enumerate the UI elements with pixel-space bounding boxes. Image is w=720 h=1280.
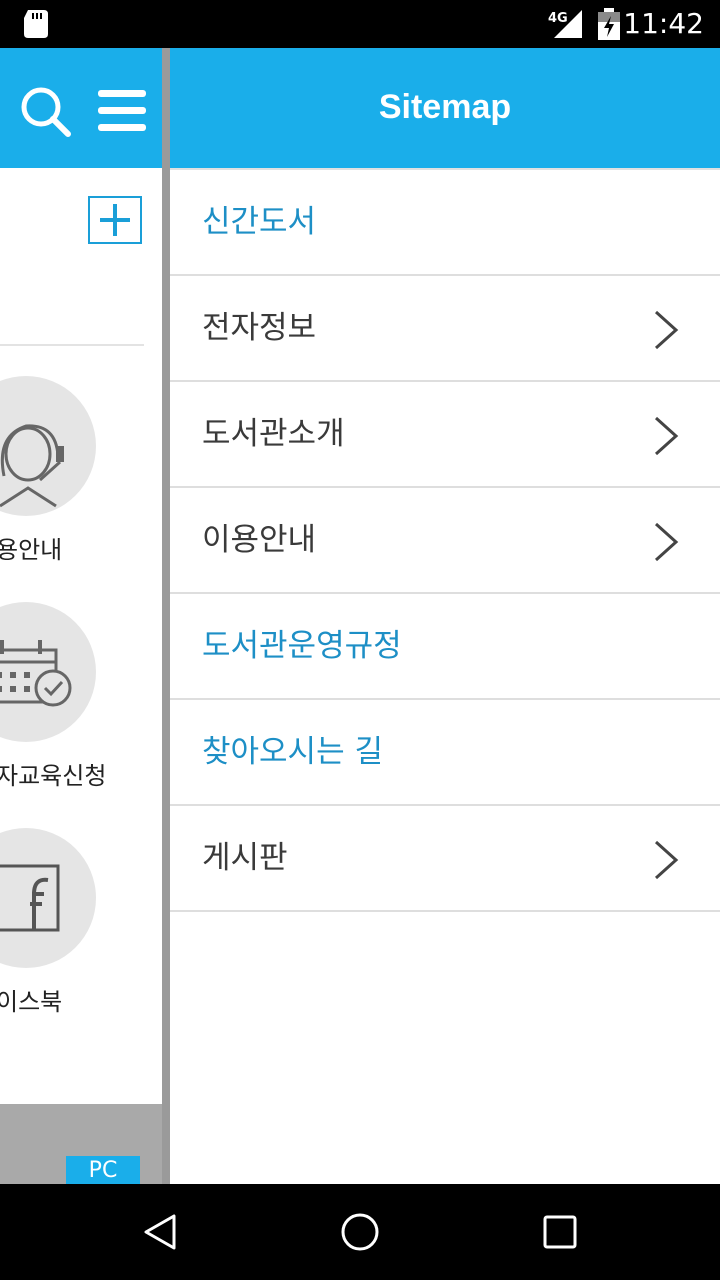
recent-apps-icon[interactable] [540, 1212, 580, 1256]
main-screen: 용안내 자교육신청 이스북 PC [0, 48, 162, 1184]
menu-item-label: 이용안내 [202, 522, 317, 558]
chevron-right-icon [652, 522, 680, 566]
main-header [0, 48, 162, 168]
status-bar: 4G 11:42 [0, 0, 720, 48]
menu-item-label: 찾아오시는 길 [202, 734, 383, 770]
divider [0, 344, 144, 346]
sitemap-drawer: Sitemap 신간도서 전자정보 도서관소개 이용안내 도서관운영규정 찾아오… [170, 48, 720, 1184]
facebook-shortcut[interactable] [0, 828, 96, 968]
menu-item-label: 전자정보 [202, 310, 317, 346]
battery-charging-icon [598, 8, 620, 44]
shortcut-label: 자교육신청 [0, 762, 107, 790]
menu-item-label: 게시판 [202, 840, 288, 876]
chevron-right-icon [652, 416, 680, 460]
search-icon[interactable] [20, 86, 72, 142]
chevron-right-icon [652, 310, 680, 354]
menu-item-label: 도서관운영규정 [202, 628, 402, 664]
svg-text:4G: 4G [548, 11, 568, 26]
menu-item-label: 신간도서 [202, 204, 317, 240]
menu-item-e-info[interactable]: 전자정보 [170, 276, 720, 382]
menu-item-operation-rules[interactable]: 도서관운영규정 [170, 594, 720, 700]
menu-item-new-books[interactable]: 신간도서 [170, 170, 720, 276]
shortcut-label: 용안내 [0, 536, 63, 564]
plus-icon [100, 204, 130, 236]
signal-icon: 4G [548, 8, 584, 44]
home-icon[interactable] [338, 1210, 382, 1258]
usage-guide-shortcut[interactable] [0, 376, 96, 516]
menu-item-directions[interactable]: 찾아오시는 길 [170, 700, 720, 806]
menu-item-usage-guide[interactable]: 이용안내 [170, 488, 720, 594]
sd-card-icon [24, 10, 48, 42]
education-request-shortcut[interactable] [0, 602, 96, 742]
clock: 11:42 [623, 7, 704, 40]
menu-item-library-intro[interactable]: 도서관소개 [170, 382, 720, 488]
drawer-header: Sitemap [170, 48, 720, 168]
add-button[interactable] [88, 196, 142, 244]
sitemap-menu: 신간도서 전자정보 도서관소개 이용안내 도서관운영규정 찾아오시는 길 게시판 [170, 168, 720, 912]
drawer-title: Sitemap [378, 88, 512, 126]
hamburger-menu-icon[interactable] [98, 90, 146, 136]
calendar-check-icon [0, 640, 72, 707]
drawer-edge [162, 48, 170, 1184]
navigation-bar [0, 1184, 720, 1280]
menu-item-label: 도서관소개 [202, 416, 345, 452]
shortcut-label: 이스북 [0, 988, 63, 1016]
headset-agent-icon [0, 424, 64, 508]
chevron-right-icon [652, 840, 680, 884]
back-icon[interactable] [140, 1212, 180, 1256]
menu-item-board[interactable]: 게시판 [170, 806, 720, 912]
pc-version-button[interactable]: PC [66, 1156, 140, 1184]
facebook-icon [0, 864, 60, 932]
